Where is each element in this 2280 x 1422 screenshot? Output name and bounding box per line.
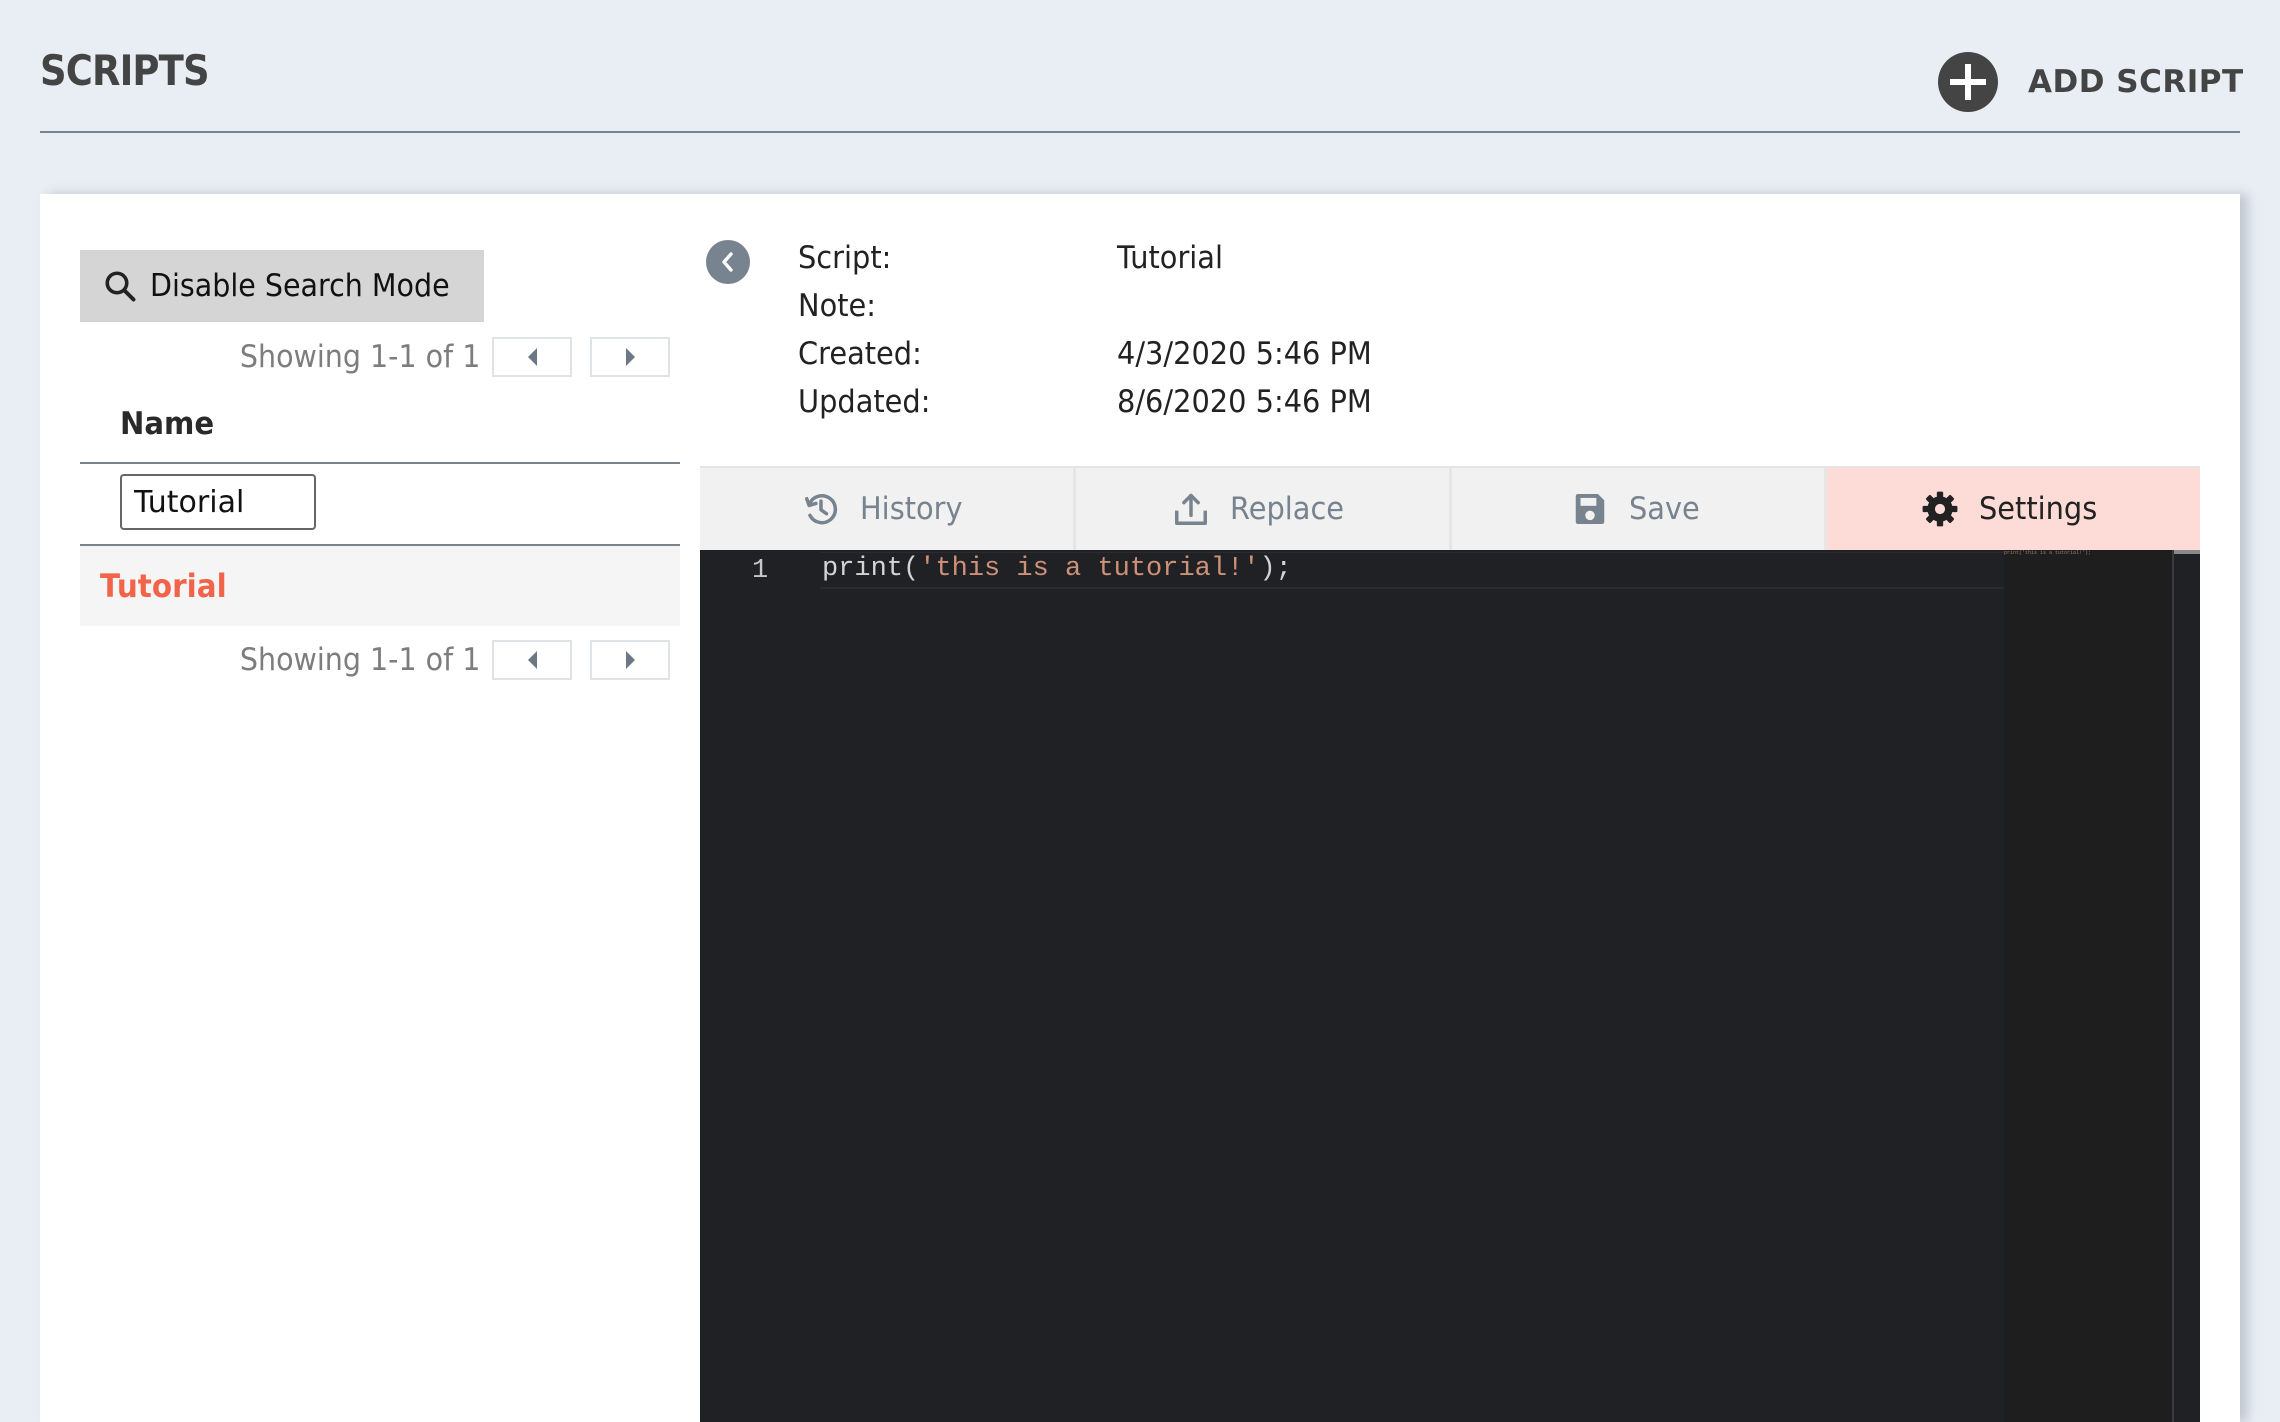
- meta-value: 4/3/2020 5:46 PM: [1117, 336, 1372, 372]
- pagination-status: Showing 1-1 of 1: [239, 339, 480, 375]
- code-string-token: 'this is a tutorial!': [919, 554, 1260, 584]
- table-row[interactable]: Tutorial: [80, 546, 680, 626]
- prev-page-button[interactable]: [492, 337, 572, 377]
- scrollbar-thumb[interactable]: [2174, 550, 2200, 554]
- gear-icon: [1922, 491, 1958, 527]
- chevron-left-icon: [722, 252, 733, 272]
- save-button[interactable]: Save: [1451, 468, 1828, 550]
- history-button[interactable]: History: [700, 468, 1076, 550]
- history-icon: [805, 494, 838, 525]
- line-number: 1: [752, 556, 769, 586]
- search-icon: [105, 271, 136, 302]
- page-title: SCRIPTS: [40, 46, 210, 95]
- meta-label: Created:: [798, 336, 922, 372]
- meta-row-created: Created: 4/3/2020 5:46 PM: [798, 330, 1391, 378]
- pagination-bottom: Showing 1-1 of 1: [80, 640, 670, 680]
- caret-left-icon: [527, 348, 537, 366]
- caret-right-icon: [625, 651, 635, 669]
- script-name-cell: Tutorial: [100, 567, 227, 605]
- editor-toolbar: History Replace Save Settings: [700, 466, 2200, 550]
- meta-row-updated: Updated: 8/6/2020 5:46 PM: [798, 378, 1391, 426]
- script-metadata: Script: Tutorial Note: Created: 4/3/2020…: [798, 234, 1391, 426]
- disable-search-mode-button[interactable]: Disable Search Mode: [80, 250, 484, 322]
- add-script-button[interactable]: ADD SCRIPT: [1938, 52, 2244, 112]
- settings-button[interactable]: Settings: [1827, 468, 2200, 550]
- column-header-name[interactable]: Name: [120, 406, 214, 442]
- disable-search-mode-label: Disable Search Mode: [150, 268, 450, 304]
- add-script-label: ADD SCRIPT: [2028, 64, 2244, 100]
- meta-value: 8/6/2020 5:46 PM: [1117, 384, 1372, 420]
- history-label: History: [860, 491, 963, 527]
- prev-page-button[interactable]: [492, 640, 572, 680]
- caret-left-icon: [527, 651, 537, 669]
- plus-circle-icon: [1938, 52, 1998, 112]
- meta-label: Note:: [798, 288, 876, 324]
- save-label: Save: [1628, 491, 1700, 527]
- name-filter-input[interactable]: [120, 474, 316, 530]
- meta-label: Script:: [798, 240, 892, 276]
- pagination-top: Showing 1-1 of 1: [80, 337, 670, 377]
- meta-label: Updated:: [798, 384, 931, 420]
- code-line[interactable]: print('this is a tutorial!');: [822, 554, 1292, 584]
- upload-icon: [1174, 493, 1207, 525]
- next-page-button[interactable]: [590, 337, 670, 377]
- editor-scrollbar[interactable]: [2172, 550, 2200, 1422]
- editor-minimap[interactable]: print('this is a tutorial!');: [2004, 550, 2172, 1422]
- meta-row-script: Script: Tutorial: [798, 234, 1391, 282]
- meta-value: Tutorial: [1117, 240, 1223, 276]
- code-token: print(: [822, 554, 920, 584]
- next-page-button[interactable]: [590, 640, 670, 680]
- code-editor[interactable]: 1 print('this is a tutorial!'); print('t…: [700, 550, 2200, 1422]
- code-token: );: [1259, 554, 1292, 584]
- replace-label: Replace: [1229, 491, 1344, 527]
- back-button[interactable]: [706, 240, 750, 284]
- pagination-status: Showing 1-1 of 1: [239, 642, 480, 678]
- caret-right-icon: [625, 348, 635, 366]
- meta-row-note: Note:: [798, 282, 1391, 330]
- table-header-divider: [80, 462, 680, 464]
- replace-button[interactable]: Replace: [1075, 468, 1452, 550]
- header-divider: [40, 131, 2240, 133]
- save-icon: [1575, 493, 1605, 525]
- minimap-preview: print('this is a tutorial!');: [2004, 550, 2092, 556]
- settings-label: Settings: [1979, 491, 2098, 527]
